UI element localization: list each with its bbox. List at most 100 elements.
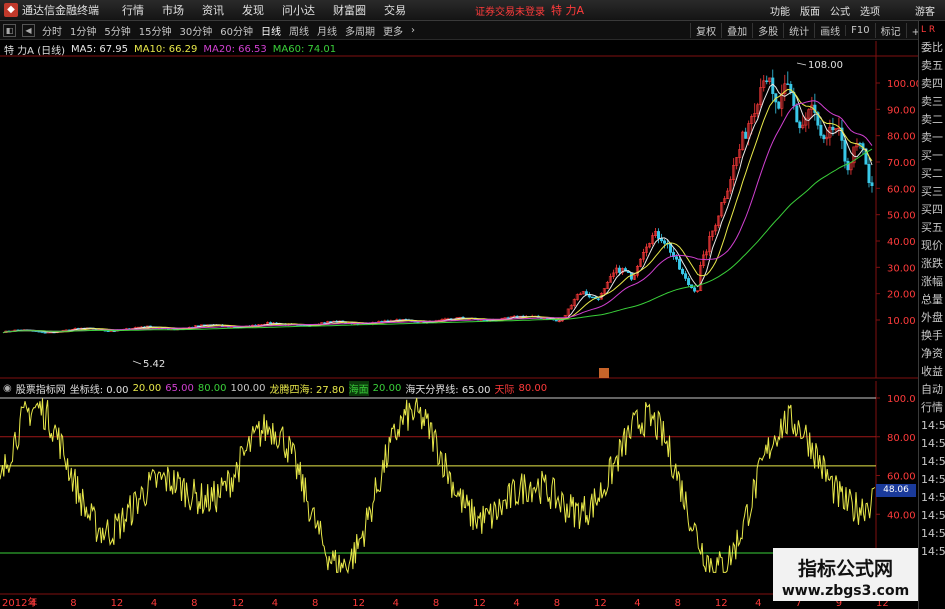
- price-tick-label: 40.00: [887, 237, 916, 248]
- indicator-settings-icon[interactable]: ◉: [3, 383, 12, 394]
- sidebar-item[interactable]: 买五: [919, 219, 945, 237]
- sea-label: 海面: [348, 380, 369, 396]
- sidebar-item[interactable]: 卖五: [919, 57, 945, 75]
- sidebar-item[interactable]: 买三: [919, 183, 945, 201]
- indicator-val-80: 80.00: [197, 382, 227, 394]
- candle-body: [230, 326, 234, 329]
- ma60-line: [2, 148, 873, 334]
- time-tick-label: 8: [433, 598, 439, 609]
- dragon-indicator-line: [0, 397, 876, 575]
- indicator-tick-label: 80.00: [887, 433, 916, 444]
- candle-body: [590, 296, 594, 299]
- stock-info-sidebar: L R 委比 卖五 卖四 卖三 卖二 卖一 买一 买二 买三 买四 买五 现价 涨跌 涨幅 总量 外盘 换手 净资…: [918, 21, 945, 609]
- time-tick-label: 4: [151, 598, 157, 609]
- sidebar-item[interactable]: 14:5: [919, 417, 945, 435]
- candle-body: [744, 131, 748, 139]
- time-tick-label: 4: [755, 598, 761, 609]
- sidebar-lr-icon[interactable]: L R: [919, 21, 945, 39]
- sidebar-item[interactable]: 委比: [919, 39, 945, 57]
- candle-body: [687, 278, 691, 286]
- sidebar-item[interactable]: 净资: [919, 345, 945, 363]
- event-marker-icon[interactable]: [599, 368, 609, 378]
- sidebar-item[interactable]: 总量: [919, 291, 945, 309]
- time-tick-label: 12: [231, 598, 244, 609]
- sidebar-item[interactable]: 卖三: [919, 93, 945, 111]
- ma5-line: [2, 83, 873, 334]
- dragon-label: 龙腾四海: 27.80: [269, 384, 345, 396]
- sidebar-item[interactable]: 卖一: [919, 129, 945, 147]
- chart-canvas[interactable]: 100.00 90.00 80.00 70.00 60.00 50.00 40.00 30.0…: [0, 0, 918, 609]
- sidebar-item[interactable]: 14:5: [919, 525, 945, 543]
- sidebar-item[interactable]: 自动: [919, 381, 945, 399]
- sky-value: 80.00: [518, 382, 548, 394]
- time-tick-label: 8: [675, 598, 681, 609]
- indicator-name: 坐标线: 0.00: [69, 384, 129, 396]
- candle-body: [678, 258, 682, 270]
- candle-body: [681, 268, 685, 274]
- sidebar-item[interactable]: 买四: [919, 201, 945, 219]
- indicator-val-20: 20.00: [132, 382, 162, 394]
- time-tick-label: 12: [473, 598, 486, 609]
- high-price-label: 108.00: [808, 60, 843, 71]
- price-tick-label: 10.00: [887, 316, 916, 327]
- candle-body: [663, 240, 667, 244]
- sidebar-item[interactable]: 14:5: [919, 453, 945, 471]
- time-tick-label: 4: [272, 598, 278, 609]
- time-tick-label: 12: [352, 598, 365, 609]
- candle-body: [657, 231, 661, 239]
- sidebar-item[interactable]: 14:5: [919, 543, 945, 561]
- candle-body: [795, 105, 799, 123]
- indicator-source: 股票指标网: [15, 384, 66, 396]
- candle-body: [693, 287, 697, 292]
- sidebar-item[interactable]: 14:5: [919, 507, 945, 525]
- candle-body: [675, 256, 679, 260]
- sidebar-item[interactable]: 14:5: [919, 489, 945, 507]
- sidebar-item[interactable]: 卖二: [919, 111, 945, 129]
- candle-body: [106, 330, 110, 332]
- sidebar-item[interactable]: 行情: [919, 399, 945, 417]
- time-tick-label: 12: [111, 598, 124, 609]
- low-price-label: 5.42: [143, 359, 165, 370]
- boundary-label: 海天分界线: 65.00: [405, 384, 491, 396]
- sidebar-item[interactable]: 买二: [919, 165, 945, 183]
- time-tick-label: 4: [393, 598, 399, 609]
- candle-body: [870, 182, 874, 186]
- sidebar-item[interactable]: 买一: [919, 147, 945, 165]
- price-tick-label: 30.00: [887, 263, 916, 274]
- ma10-line: [2, 88, 873, 334]
- price-tick-label: 20.00: [887, 290, 916, 301]
- time-tick-label: 4: [513, 598, 519, 609]
- sky-label: 天际: [494, 384, 515, 396]
- sidebar-item[interactable]: 外盘: [919, 309, 945, 327]
- sidebar-item[interactable]: 涨幅: [919, 273, 945, 291]
- sidebar-item[interactable]: 换手: [919, 327, 945, 345]
- indicator-val-65: 65.00: [165, 382, 194, 394]
- watermark: 指标公式网 www.zbgs3.com: [773, 548, 918, 601]
- sidebar-item[interactable]: 14:5: [919, 435, 945, 453]
- candle-body: [786, 83, 790, 85]
- candle-body: [43, 332, 47, 334]
- time-axis: 2012年4 8 12 4 8 12 4 8 12 4 8 12 4 8 12 4 8 12 4 7 9 12: [2, 596, 889, 609]
- price-tick-label: 60.00: [887, 184, 916, 195]
- price-tick-label: 50.00: [887, 211, 916, 222]
- guest-label[interactable]: 游客: [915, 3, 935, 18]
- price-tick-label: 100.00: [887, 79, 918, 90]
- sidebar-item[interactable]: 涨跌: [919, 255, 945, 273]
- price-tick-label: 70.00: [887, 158, 916, 169]
- watermark-title: 指标公式网: [797, 558, 893, 580]
- indicator-legend: ◉ 股票指标网 坐标线: 0.00 20.00 65.00 80.00 100.…: [0, 380, 551, 396]
- indicator-tick-label: 60.00: [887, 472, 916, 483]
- indicator-tick-label: 100.0: [887, 394, 916, 405]
- candle-body: [777, 101, 781, 109]
- sidebar-item[interactable]: 收益: [919, 363, 945, 381]
- watermark-url: www.zbgs3.com: [781, 583, 910, 599]
- indicator-tick-label: 40.00: [887, 510, 916, 521]
- price-tick-label: 80.00: [887, 132, 916, 143]
- sidebar-item[interactable]: 卖四: [919, 75, 945, 93]
- candle-body: [867, 163, 871, 184]
- sidebar-item[interactable]: 14:5: [919, 471, 945, 489]
- sidebar-item[interactable]: 现价: [919, 237, 945, 255]
- time-tick-label: 4: [30, 598, 36, 609]
- time-tick-label: 8: [70, 598, 76, 609]
- candle-body: [765, 80, 769, 82]
